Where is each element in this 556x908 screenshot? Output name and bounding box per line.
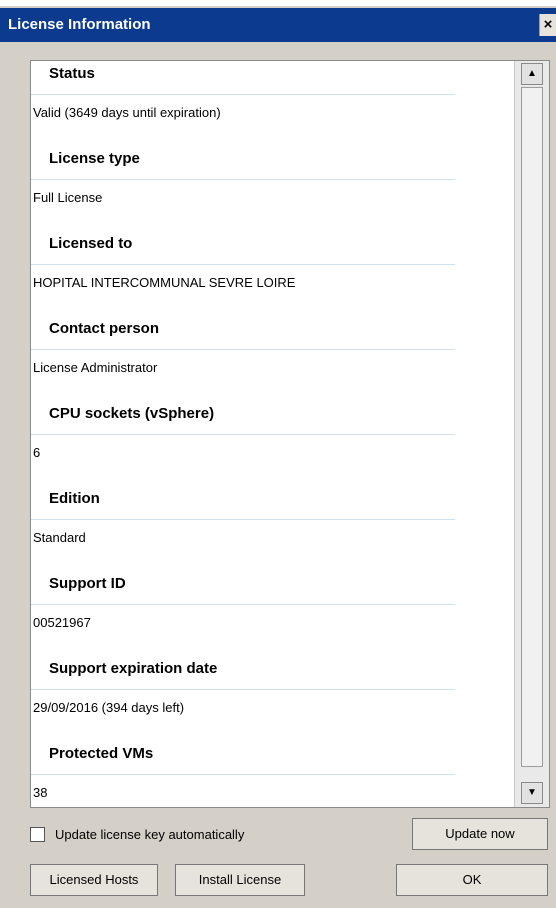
divider <box>31 519 455 520</box>
divider <box>31 774 455 775</box>
license-info-list: Status Valid (3649 days until expiration… <box>31 61 515 807</box>
section-protected-vms: Protected VMs 38 <box>31 741 515 807</box>
divider <box>31 604 455 605</box>
section-cpu-sockets: CPU sockets (vSphere) 6 <box>31 401 515 486</box>
scroll-down-icon[interactable]: ▼ <box>521 782 543 804</box>
section-value: Valid (3649 days until expiration) <box>33 105 221 120</box>
section-licensed-to: Licensed to HOPITAL INTERCOMMUNAL SEVRE … <box>31 231 515 316</box>
vertical-scrollbar[interactable]: ▲ ▼ <box>514 61 549 807</box>
section-status: Status Valid (3649 days until expiration… <box>31 61 515 146</box>
section-value: 6 <box>33 445 41 460</box>
section-heading: Licensed to <box>49 235 133 252</box>
licensed-hosts-button[interactable]: Licensed Hosts <box>30 864 158 896</box>
close-icon[interactable]: × <box>539 14 556 36</box>
ok-button[interactable]: OK <box>396 864 548 896</box>
window-title: License Information <box>8 16 151 33</box>
auto-update-checkbox[interactable] <box>30 826 45 842</box>
section-value: 29/09/2016 (394 days left) <box>33 700 185 715</box>
section-heading: Contact person <box>49 320 160 337</box>
scroll-up-icon[interactable]: ▲ <box>521 63 543 85</box>
section-contact-person: Contact person License Administrator <box>31 316 515 401</box>
update-now-button[interactable]: Update now <box>412 818 548 850</box>
install-license-button[interactable]: Install License <box>175 864 305 896</box>
divider <box>31 434 455 435</box>
section-value: HOPITAL INTERCOMMUNAL SEVRE LOIRE <box>33 275 296 290</box>
section-value: 00521967 <box>33 615 91 630</box>
license-info-panel[interactable]: Status Valid (3649 days until expiration… <box>30 60 550 808</box>
divider <box>31 689 455 690</box>
section-value: Full License <box>33 190 103 205</box>
section-heading: Status <box>49 65 95 82</box>
auto-update-label: Update license key automatically <box>55 826 245 842</box>
section-heading: Protected VMs <box>49 745 154 762</box>
section-value: License Administrator <box>33 360 158 375</box>
divider <box>31 349 455 350</box>
divider <box>31 94 455 95</box>
divider <box>31 179 455 180</box>
section-support-id: Support ID 00521967 <box>31 571 515 656</box>
divider <box>31 264 455 265</box>
section-heading: Support ID <box>49 575 126 592</box>
scroll-thumb[interactable] <box>521 87 543 767</box>
section-heading: License type <box>49 150 140 167</box>
title-bar: License Information × <box>0 8 556 42</box>
section-value: 38 <box>33 785 48 800</box>
auto-update-option[interactable]: Update license key automatically <box>30 823 244 845</box>
section-edition: Edition Standard <box>31 486 515 571</box>
section-heading: Support expiration date <box>49 660 218 677</box>
section-heading: CPU sockets (vSphere) <box>49 405 215 422</box>
section-license-type: License type Full License <box>31 146 515 231</box>
section-heading: Edition <box>49 490 100 507</box>
section-support-expiration: Support expiration date 29/09/2016 (394 … <box>31 656 515 741</box>
section-value: Standard <box>33 530 86 545</box>
